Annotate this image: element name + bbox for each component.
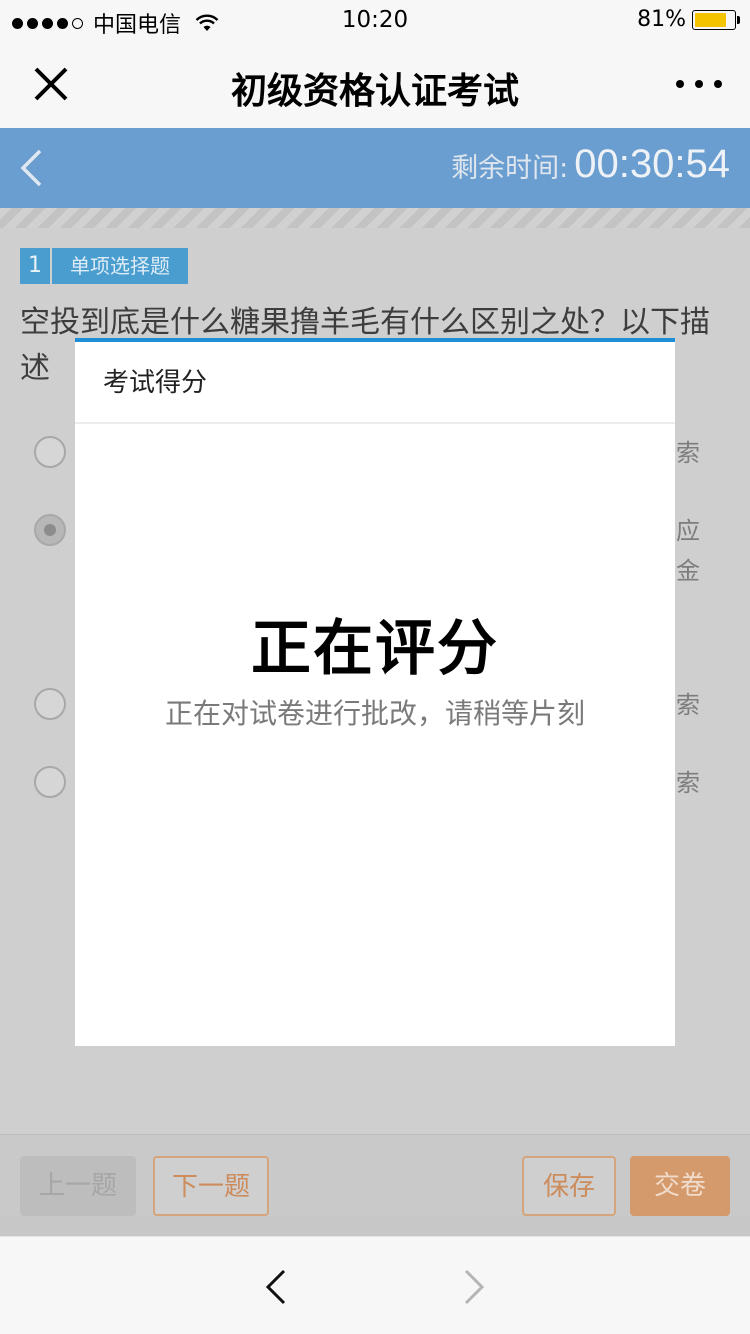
decorative-stripe — [0, 208, 750, 228]
page-title: 初级资格认证考试 — [230, 71, 519, 112]
countdown-timer: 剩余时间: 00:30:54 — [451, 142, 730, 187]
browser-bottom-bar — [0, 1236, 750, 1334]
option-text-3: 索 — [676, 691, 700, 719]
option-radio-2[interactable] — [34, 514, 66, 546]
browser-back-icon[interactable] — [262, 1267, 290, 1307]
option-text-4: 索 — [676, 769, 700, 797]
battery-percent: 81% — [637, 7, 686, 32]
exam-header: 剩余时间: 00:30:54 — [0, 128, 750, 208]
option-radio-1[interactable] — [34, 436, 66, 468]
next-question-button[interactable]: 下一题 — [153, 1156, 269, 1216]
battery-icon — [692, 9, 740, 30]
status-bar: 中国电信 10:20 81% — [0, 0, 750, 40]
save-button[interactable]: 保存 — [522, 1156, 616, 1216]
question-type: 单项选择题 — [52, 248, 188, 284]
submit-button[interactable]: 交卷 — [630, 1156, 730, 1216]
question-tag: 1 单项选择题 — [20, 248, 188, 284]
prev-question-button[interactable]: 上一题 — [20, 1156, 136, 1216]
browser-forward-icon[interactable] — [460, 1267, 488, 1307]
exam-toolbar: 上一题 下一题 保存 交卷 — [0, 1134, 750, 1216]
timer-label: 剩余时间: — [451, 153, 569, 184]
toolbar-spacer — [0, 1216, 750, 1236]
nav-bar: 初级资格认证考试 — [0, 40, 750, 128]
timer-value: 00:30:54 — [574, 142, 730, 186]
more-icon[interactable] — [676, 72, 722, 96]
option-radio-4[interactable] — [34, 766, 66, 798]
question-number: 1 — [20, 248, 50, 284]
scoring-dialog: 考试得分 正在评分 正在对试卷进行批改，请稍等片刻 — [75, 338, 675, 1046]
dialog-title: 考试得分 — [75, 342, 675, 424]
dialog-heading: 正在评分 — [251, 614, 499, 684]
back-chevron-icon[interactable] — [18, 148, 44, 188]
option-radio-3[interactable] — [34, 688, 66, 720]
option-text-2: 应 金 — [676, 517, 700, 585]
option-text-1: 索 — [676, 439, 700, 467]
dialog-message: 正在对试卷进行批改，请稍等片刻 — [164, 697, 585, 730]
